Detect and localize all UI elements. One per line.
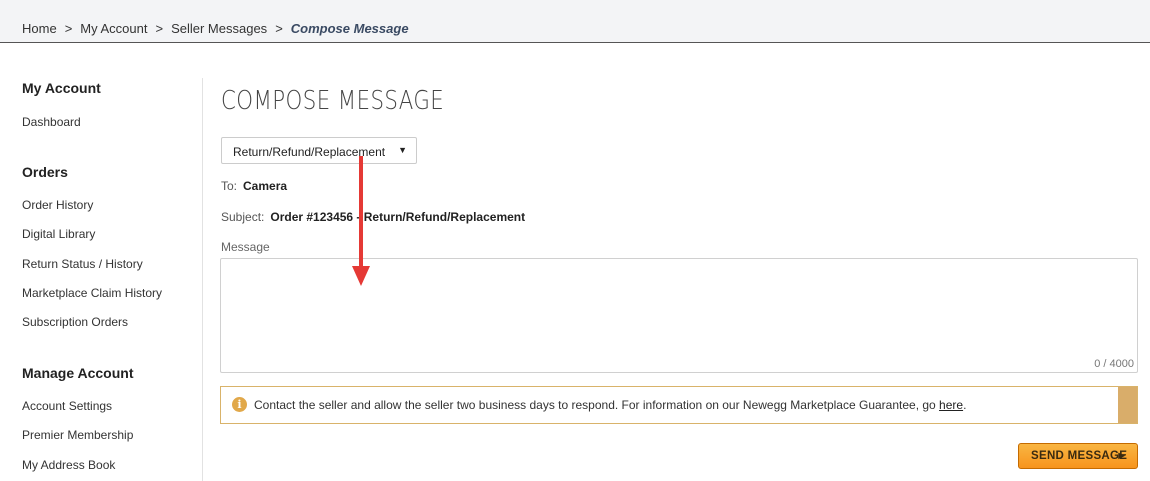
message-label: Message <box>221 240 270 254</box>
notice-accent-bar <box>1118 387 1137 423</box>
annotation-arrow-icon <box>352 156 370 286</box>
top-bar: Home > My Account > Seller Messages > Compose … <box>0 0 1150 43</box>
sidebar-heading-orders: Orders <box>22 164 68 180</box>
page-title: COMPOSE MESSAGE <box>221 86 445 116</box>
breadcrumb-separator: > <box>64 21 73 36</box>
to-label: To: <box>221 179 238 193</box>
notice-here-link[interactable]: here <box>939 398 963 412</box>
caret-down-icon: ▼ <box>398 145 407 155</box>
send-message-label: SEND MESSAGE <box>1031 450 1128 462</box>
sidebar-heading-manage-account: Manage Account <box>22 365 134 381</box>
breadcrumb-separator: > <box>155 21 164 36</box>
breadcrumb-separator: > <box>275 21 283 36</box>
subject-value: Order #123456 - Return/Refund/Replacemen… <box>270 210 526 224</box>
sidebar-item-subscription-orders[interactable]: Subscription Orders <box>22 315 128 329</box>
to-value: Camera <box>243 179 288 193</box>
send-message-button[interactable]: SEND MESSAGE ▶ <box>1018 443 1138 469</box>
to-row: To: Camera <box>221 179 287 193</box>
breadcrumb-my-account[interactable]: My Account <box>80 21 147 36</box>
topic-select[interactable]: Return/Refund/Replacement ▼ <box>221 137 417 164</box>
caret-right-icon: ▶ <box>1118 451 1125 460</box>
sidebar-item-premier-membership[interactable]: Premier Membership <box>22 428 133 442</box>
sidebar-item-address-book[interactable]: My Address Book <box>22 458 115 472</box>
sidebar-divider <box>202 78 203 481</box>
sidebar-item-digital-library[interactable]: Digital Library <box>22 227 95 241</box>
sidebar-item-order-history[interactable]: Order History <box>22 198 93 212</box>
notice-suffix: . <box>963 398 967 412</box>
sidebar-heading-my-account: My Account <box>22 80 101 96</box>
subject-label: Subject: <box>221 210 265 224</box>
sidebar-item-marketplace-claim-history[interactable]: Marketplace Claim History <box>22 286 162 300</box>
subject-row: Subject: Order #123456 - Return/Refund/Re… <box>221 210 525 224</box>
info-notice: i Contact the seller and allow the selle… <box>220 386 1138 424</box>
sidebar-item-return-status[interactable]: Return Status / History <box>22 257 143 271</box>
breadcrumb-home[interactable]: Home <box>22 21 57 36</box>
breadcrumb: Home > My Account > Seller Messages > Compose … <box>22 21 409 36</box>
breadcrumb-current: Compose Message <box>290 21 409 36</box>
character-counter: 0 / 4000 <box>1094 358 1134 370</box>
breadcrumb-seller-messages[interactable]: Seller Messages <box>171 21 267 36</box>
notice-text: Contact the seller and allow the seller … <box>254 398 966 412</box>
sidebar-item-dashboard[interactable]: Dashboard <box>22 115 81 129</box>
info-icon: i <box>232 397 247 412</box>
notice-message: Contact the seller and allow the seller … <box>254 398 940 412</box>
sidebar-item-account-settings[interactable]: Account Settings <box>22 399 112 413</box>
